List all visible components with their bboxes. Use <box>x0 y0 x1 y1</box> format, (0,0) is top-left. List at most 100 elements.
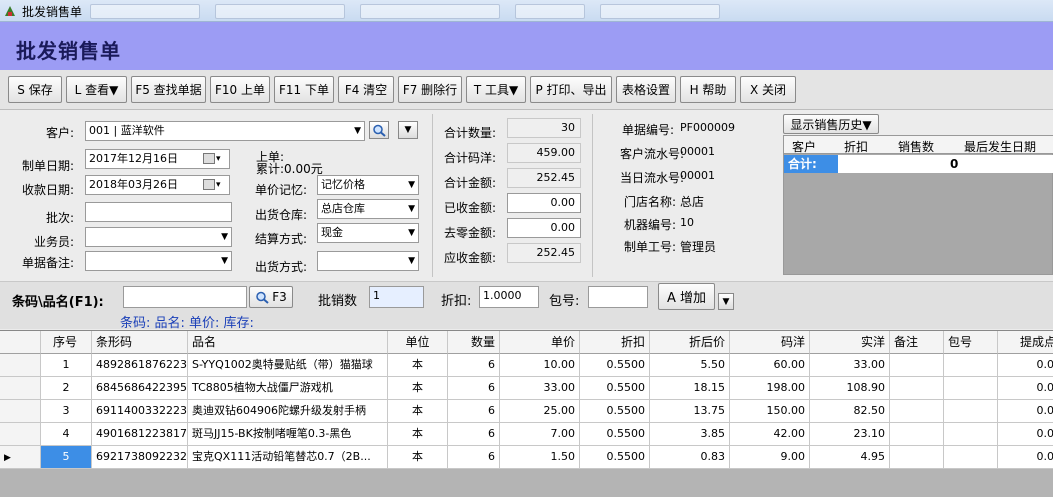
settlement-select[interactable]: 现金 ▼ <box>317 223 419 243</box>
cell-pack[interactable] <box>944 354 998 377</box>
cell-discounted-price[interactable]: 0.83 <box>650 446 730 469</box>
col-header-pack[interactable]: 包号 <box>944 331 998 354</box>
cell-name[interactable]: 斑马JJ15-BK按制啫喱笔0.3-黑色 <box>188 423 388 446</box>
cell-seq[interactable]: 2 <box>41 377 92 400</box>
cell-discounted-price[interactable]: 13.75 <box>650 400 730 423</box>
table-row[interactable]: 4 4901681223817 斑马JJ15-BK按制啫喱笔0.3-黑色本 6 7.00… <box>0 423 1053 446</box>
cell-list-total[interactable]: 60.00 <box>730 354 810 377</box>
cell-discounted-price[interactable]: 5.50 <box>650 354 730 377</box>
cell-discount[interactable]: 0.5500 <box>580 423 650 446</box>
table-row[interactable]: 3 6911400332223 奥迪双钻604906陀螺升级发射手柄本 6 25.00 0… <box>0 400 1053 423</box>
col-header-discounted-price[interactable]: 折后价 <box>650 331 730 354</box>
col-header-barcode[interactable]: 条形码 <box>92 331 188 354</box>
table-row[interactable]: 2 6845686422395 TC8805植物大战僵尸游戏机本 6 33.00 0.55… <box>0 377 1053 400</box>
barcode-search-button[interactable]: F3 <box>249 286 293 308</box>
customer-search-button[interactable] <box>369 121 389 139</box>
cell-discounted-price[interactable]: 3.85 <box>650 423 730 446</box>
cell-remark[interactable] <box>890 423 944 446</box>
cell-actual-total[interactable]: 82.50 <box>810 400 890 423</box>
cell-seq[interactable]: 4 <box>41 423 92 446</box>
cell-price[interactable]: 25.00 <box>500 400 580 423</box>
cell-commission[interactable]: 0.000 <box>998 423 1053 446</box>
cell-unit[interactable]: 本 <box>388 400 448 423</box>
salesman-select[interactable]: ▼ <box>85 227 232 247</box>
background-tab[interactable] <box>600 4 720 19</box>
cell-list-total[interactable]: 150.00 <box>730 400 810 423</box>
cell-actual-total[interactable]: 4.95 <box>810 446 890 469</box>
previous-document-button[interactable]: F10 上单 <box>210 76 270 103</box>
cell-actual-total[interactable]: 23.10 <box>810 423 890 446</box>
next-document-button[interactable]: F11 下单 <box>274 76 334 103</box>
cell-qty[interactable]: 6 <box>448 423 500 446</box>
col-header-commission[interactable]: 提成点数 <box>998 331 1053 354</box>
cell-qty[interactable]: 6 <box>448 446 500 469</box>
table-settings-button[interactable]: 表格设置 <box>616 76 676 103</box>
table-row[interactable]: ▶ 5 6921738092232 宝克QX111活动铅笔替芯0.7（2B... 本 6 1… <box>0 446 1053 469</box>
batch-qty-input[interactable]: 1 <box>369 286 424 308</box>
cell-remark[interactable] <box>890 446 944 469</box>
delete-row-button[interactable]: F7 删除行 <box>398 76 462 103</box>
find-document-button[interactable]: F5 查找单据 <box>131 76 206 103</box>
col-header-list-total[interactable]: 码洋 <box>730 331 810 354</box>
receive-date-picker[interactable]: 2018年03月26日 <box>85 175 230 195</box>
cell-price[interactable]: 10.00 <box>500 354 580 377</box>
cell-qty[interactable]: 6 <box>448 354 500 377</box>
cell-unit[interactable]: 本 <box>388 423 448 446</box>
help-button[interactable]: H 帮助 <box>680 76 736 103</box>
cell-pack[interactable] <box>944 400 998 423</box>
cell-seq[interactable]: 3 <box>41 400 92 423</box>
cell-price[interactable]: 33.00 <box>500 377 580 400</box>
print-export-button[interactable]: P 打印、导出 <box>530 76 612 103</box>
close-button[interactable]: X 关闭 <box>740 76 796 103</box>
col-header-qty[interactable]: 数量 <box>448 331 500 354</box>
show-history-button[interactable]: 显示销售历史▼ <box>783 114 879 134</box>
cell-unit[interactable]: 本 <box>388 446 448 469</box>
price-memory-select[interactable]: 记忆价格 ▼ <box>317 175 419 195</box>
table-row[interactable]: 1 4892861876223 S-YYQ1002奥特曼贴纸（带）猫猫球本 6 10.0… <box>0 354 1053 377</box>
warehouse-select[interactable]: 总店仓库 ▼ <box>317 199 419 219</box>
clear-button[interactable]: F4 清空 <box>338 76 394 103</box>
save-button[interactable]: S 保存 <box>8 76 62 103</box>
col-header-unit[interactable]: 单位 <box>388 331 448 354</box>
cell-qty[interactable]: 6 <box>448 400 500 423</box>
add-dropdown-button[interactable]: ▼ <box>718 293 734 310</box>
batch-input[interactable] <box>85 202 232 222</box>
remark-select[interactable]: ▼ <box>85 251 232 271</box>
cell-commission[interactable]: 0.000 <box>998 354 1053 377</box>
cell-actual-total[interactable]: 33.00 <box>810 354 890 377</box>
row-header[interactable] <box>0 423 41 446</box>
cell-pack[interactable] <box>944 446 998 469</box>
cell-commission[interactable]: 0.000 <box>998 400 1053 423</box>
background-tab[interactable] <box>90 4 200 19</box>
make-date-picker[interactable]: 2017年12月16日 <box>85 149 230 169</box>
customer-dropdown-button[interactable]: ▼ <box>398 121 418 139</box>
cell-list-total[interactable]: 198.00 <box>730 377 810 400</box>
cell-discount[interactable]: 0.5500 <box>580 400 650 423</box>
cell-seq[interactable]: 1 <box>41 354 92 377</box>
background-tab[interactable] <box>515 4 585 19</box>
cell-name[interactable]: 奥迪双钻604906陀螺升级发射手柄 <box>188 400 388 423</box>
shipping-select[interactable]: ▼ <box>317 251 419 271</box>
tools-menu-button[interactable]: T 工具▼ <box>466 76 526 103</box>
cell-remark[interactable] <box>890 400 944 423</box>
col-header-price[interactable]: 单价 <box>500 331 580 354</box>
rounding-amount-input[interactable]: 0.00 <box>507 218 581 238</box>
received-amount-input[interactable]: 0.00 <box>507 193 581 213</box>
cell-name[interactable]: S-YYQ1002奥特曼贴纸（带）猫猫球 <box>188 354 388 377</box>
cell-pack[interactable] <box>944 423 998 446</box>
cell-price[interactable]: 7.00 <box>500 423 580 446</box>
customer-select[interactable]: 001 | 蓝洋软件 ▼ <box>85 121 365 141</box>
row-header[interactable] <box>0 400 41 423</box>
cell-barcode[interactable]: 4901681223817 <box>92 423 188 446</box>
cell-pack[interactable] <box>944 377 998 400</box>
cell-name[interactable]: 宝克QX111活动铅笔替芯0.7（2B... <box>188 446 388 469</box>
cell-discount[interactable]: 0.5500 <box>580 377 650 400</box>
row-header[interactable] <box>0 377 41 400</box>
background-tab[interactable] <box>360 4 500 19</box>
cell-seq[interactable]: 5 <box>41 446 92 469</box>
pack-input[interactable] <box>588 286 648 308</box>
cell-qty[interactable]: 6 <box>448 377 500 400</box>
cell-barcode[interactable]: 6911400332223 <box>92 400 188 423</box>
cell-discount[interactable]: 0.5500 <box>580 446 650 469</box>
entry-discount-input[interactable]: 1.0000 <box>479 286 539 308</box>
